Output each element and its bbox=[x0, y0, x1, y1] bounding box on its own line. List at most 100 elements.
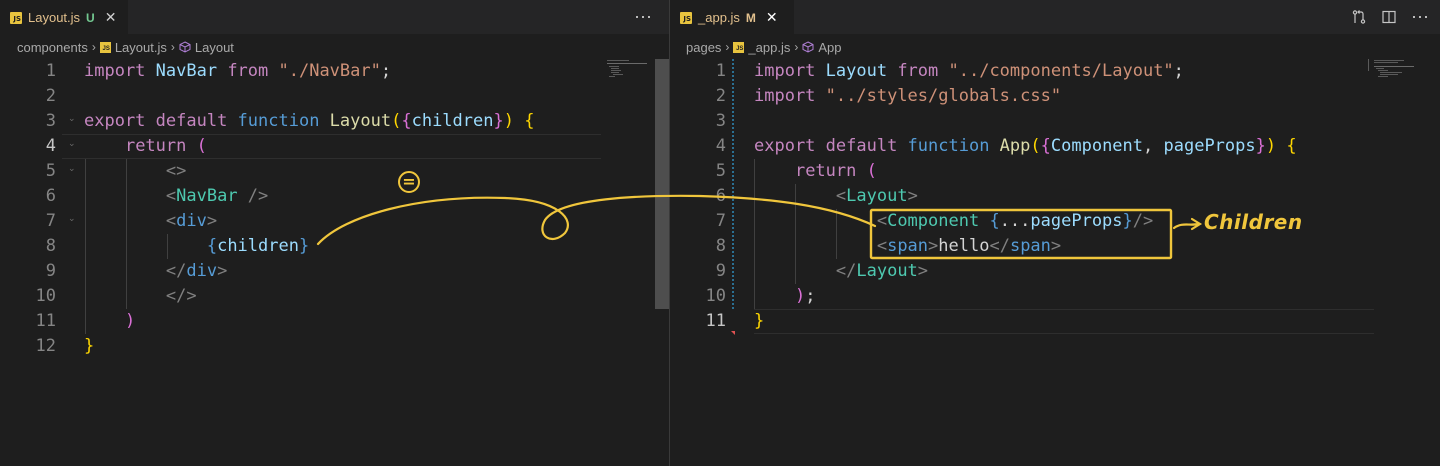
code-line[interactable]: 9 </Layout> bbox=[670, 259, 1440, 284]
code-line[interactable]: 12} bbox=[0, 334, 669, 359]
code-line[interactable]: 6 <Layout> bbox=[670, 184, 1440, 209]
js-file-icon: JS bbox=[680, 11, 692, 24]
more-actions-icon[interactable]: ⋯ bbox=[1411, 7, 1430, 28]
vertical-scrollbar-thumb[interactable] bbox=[655, 59, 669, 309]
code-token: Layout bbox=[856, 261, 918, 281]
code-line[interactable]: 5 return ( bbox=[670, 159, 1440, 184]
code-text: } bbox=[84, 334, 94, 359]
code-token: hello bbox=[938, 236, 990, 256]
code-line[interactable]: 10 </> bbox=[0, 284, 669, 309]
line-number: 6 bbox=[45, 186, 56, 206]
tab-app-js[interactable]: JS _app.js M ✕ bbox=[670, 0, 794, 34]
code-token: ; bbox=[380, 61, 392, 81]
code-token: ( bbox=[196, 136, 207, 156]
line-number: 4 bbox=[45, 136, 56, 156]
code-line[interactable]: 7 <Component {...pageProps}/> bbox=[670, 209, 1440, 234]
scrollbar-marker bbox=[1368, 59, 1369, 71]
close-icon[interactable]: ✕ bbox=[105, 9, 117, 26]
line-number: 8 bbox=[45, 236, 56, 256]
code-token: export bbox=[84, 111, 156, 131]
breadcrumb-symbol[interactable]: Layout bbox=[179, 40, 234, 55]
line-number: 1 bbox=[715, 61, 726, 81]
code-text: import NavBar from "./NavBar"; bbox=[84, 59, 391, 84]
breadcrumb-symbol-label: App bbox=[818, 39, 842, 55]
code-line[interactable]: 1 import Layout from "../components/Layou… bbox=[670, 59, 1440, 84]
code-line[interactable]: 3 export default function Layout({childre… bbox=[0, 109, 669, 134]
code-text: <div> bbox=[84, 209, 217, 234]
untracked-badge: U bbox=[86, 10, 95, 25]
fold-chevron-icon[interactable]: ⌄ bbox=[68, 163, 76, 174]
code-token: { bbox=[1040, 136, 1051, 156]
code-line[interactable]: 2 bbox=[0, 84, 669, 109]
line-number: 4 bbox=[715, 136, 726, 156]
open-changes-icon[interactable] bbox=[1351, 9, 1367, 25]
code-line[interactable]: 4 return ( bbox=[0, 134, 669, 159]
close-icon[interactable]: ✕ bbox=[766, 9, 778, 26]
code-token: Layout bbox=[329, 111, 392, 131]
code-text: return ( bbox=[754, 159, 877, 184]
code-token: { bbox=[989, 211, 1000, 231]
code-token: } bbox=[493, 111, 504, 131]
code-line[interactable]: 9 </div> bbox=[0, 259, 669, 284]
tab-layout-js[interactable]: JS Layout.js U ✕ bbox=[0, 0, 128, 34]
fold-chevron-icon[interactable]: ⌄ bbox=[68, 138, 76, 149]
code-line[interactable]: 4 export default function App({Component,… bbox=[670, 134, 1440, 159]
code-text: } bbox=[754, 309, 764, 334]
breadcrumb-folder[interactable]: components bbox=[17, 40, 88, 55]
code-line[interactable]: 10 ); bbox=[670, 284, 1440, 309]
fold-chevron-icon[interactable]: ⌄ bbox=[68, 213, 76, 224]
line-number: 9 bbox=[715, 261, 726, 281]
breadcrumb-file[interactable]: JS _app.js bbox=[733, 40, 790, 55]
code-line[interactable]: 5 <> bbox=[0, 159, 669, 184]
code-line[interactable]: 8 {children} bbox=[0, 234, 669, 259]
minimap[interactable] bbox=[1374, 58, 1422, 98]
code-token: <> bbox=[165, 161, 187, 181]
breadcrumb-symbol[interactable]: App bbox=[802, 40, 841, 55]
code-token: ( bbox=[391, 111, 402, 131]
split-editor-icon[interactable] bbox=[1381, 9, 1397, 25]
code-token: import bbox=[84, 61, 156, 81]
code-token: < bbox=[835, 186, 847, 206]
breadcrumb-file-label: Layout.js bbox=[114, 39, 167, 55]
code-line[interactable]: 1 import NavBar from "./NavBar"; bbox=[0, 59, 669, 84]
code-token: pageProps bbox=[1030, 211, 1123, 231]
line-number: 5 bbox=[45, 161, 56, 181]
code-token: </ bbox=[989, 236, 1010, 256]
code-line[interactable]: 6 <NavBar /> bbox=[0, 184, 669, 209]
code-token: "../styles/globals.css" bbox=[825, 86, 1062, 106]
code-line[interactable]: 7 <div> bbox=[0, 209, 669, 234]
right-editor-pane[interactable]: JS _app.js M ✕ ⋯ pages › JS _app.js › Ap… bbox=[670, 0, 1440, 466]
breadcrumb: components › JS Layout.js › Layout bbox=[0, 36, 669, 58]
fold-chevron-icon[interactable]: ⌄ bbox=[68, 113, 76, 124]
code-token: div bbox=[176, 211, 207, 231]
chevron-right-icon: › bbox=[794, 40, 799, 54]
code-line[interactable]: 3 bbox=[670, 109, 1440, 134]
code-line[interactable]: 11} bbox=[670, 309, 1440, 334]
code-token: > bbox=[928, 236, 939, 256]
code-token: Layout bbox=[846, 186, 908, 206]
code-text: <Layout> bbox=[754, 184, 918, 209]
code-token: span bbox=[887, 236, 929, 256]
code-line[interactable]: 8 <span>hello</span> bbox=[670, 234, 1440, 259]
code-line[interactable]: 11 ) bbox=[0, 309, 669, 334]
minimap[interactable] bbox=[607, 58, 655, 98]
breadcrumb-file[interactable]: JS Layout.js bbox=[99, 39, 167, 55]
js-file-icon: JS bbox=[10, 11, 22, 24]
breadcrumb-folder[interactable]: pages bbox=[686, 40, 721, 55]
line-number: 2 bbox=[715, 86, 726, 106]
code-token: "./NavBar" bbox=[278, 61, 381, 81]
code-token: ... bbox=[999, 211, 1031, 231]
code-text: </Layout> bbox=[754, 259, 928, 284]
code-line[interactable]: 2 import "../styles/globals.css" bbox=[670, 84, 1440, 109]
left-editor-pane[interactable]: JS Layout.js U ✕ ⋯ components › JS Layou… bbox=[0, 0, 669, 466]
code-token: > bbox=[1050, 236, 1062, 256]
more-actions-icon[interactable]: ⋯ bbox=[634, 7, 653, 28]
